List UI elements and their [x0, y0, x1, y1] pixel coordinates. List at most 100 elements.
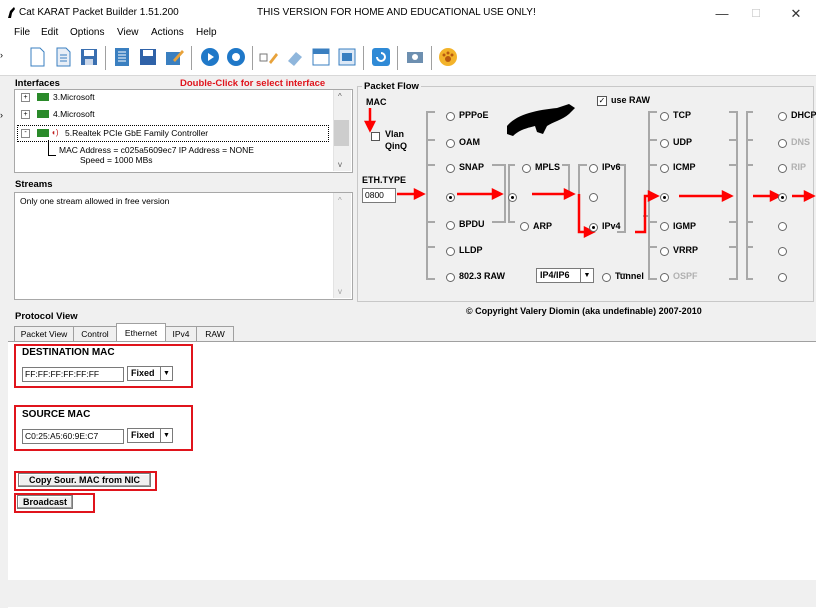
menu-file[interactable]: File	[14, 27, 30, 38]
network-card-icon	[37, 129, 49, 137]
chevron-down-icon[interactable]: ▼	[160, 429, 172, 442]
tcp-label: TCP	[673, 110, 691, 120]
mpls-label: MPLS	[535, 162, 561, 172]
radio-icmp[interactable]	[660, 164, 669, 173]
source-mac-input[interactable]: C0:25:A5:60:9E:C7	[22, 429, 124, 444]
copyright-text: © Copyright Valery Diomin (aka undefinab…	[466, 306, 702, 316]
refresh-icon[interactable]	[370, 46, 392, 68]
igmp-label: IGMP	[673, 221, 697, 231]
menu-actions[interactable]: Actions	[151, 27, 184, 38]
stop-icon[interactable]	[225, 46, 247, 68]
tab-packet-view[interactable]: Packet View	[14, 326, 74, 341]
destination-mac-input[interactable]: FF:FF:FF:FF:FF:FF	[22, 367, 124, 382]
menu-help[interactable]: Help	[196, 27, 217, 38]
radio-ip-other[interactable]	[589, 193, 598, 202]
eth-type-input[interactable]: 0800	[362, 188, 396, 203]
source-mac-label: SOURCE MAC	[22, 409, 91, 420]
ip-version-combo[interactable]: IP4/IP6 ▼	[536, 268, 594, 283]
interface-item[interactable]: 3.Microsoft	[53, 92, 95, 102]
open-file-icon[interactable]	[52, 46, 74, 68]
use-raw-checkbox[interactable]: ✓	[597, 96, 607, 106]
chevron-down-icon[interactable]: ▼	[160, 367, 172, 380]
radio-l7-a[interactable]	[778, 222, 787, 231]
checkbox-edit-icon[interactable]	[258, 46, 280, 68]
save-as-icon[interactable]	[137, 46, 159, 68]
streams-scrollbar[interactable]	[333, 193, 351, 298]
minimize-button[interactable]: —	[707, 4, 737, 24]
interfaces-hint: Double-Click for select interface	[180, 78, 326, 89]
menu-edit[interactable]: Edit	[41, 27, 58, 38]
radio-lldp[interactable]	[446, 247, 455, 256]
chevron-down-icon[interactable]: ▼	[580, 269, 593, 282]
streams-list[interactable]	[14, 192, 353, 300]
interface-item-selected[interactable]: 5.Realtek PCIe GbE Family Controller	[65, 128, 208, 138]
radio-vrrp[interactable]	[660, 247, 669, 256]
menu-view[interactable]: View	[117, 27, 139, 38]
radio-tunnel[interactable]	[602, 273, 611, 282]
vlan-checkbox[interactable]	[371, 132, 380, 141]
radio-bpdu[interactable]	[446, 221, 455, 230]
expand-icon[interactable]: +	[21, 110, 30, 119]
scroll-up-icon[interactable]: ^	[338, 196, 342, 205]
play-icon[interactable]	[199, 46, 221, 68]
radio-udp[interactable]	[660, 139, 669, 148]
document-icon[interactable]	[336, 46, 358, 68]
radio-mpls[interactable]	[522, 164, 531, 173]
toolbar-separator	[105, 46, 106, 70]
interface-item[interactable]: 4.Microsoft	[53, 109, 95, 119]
tab-ethernet[interactable]: Ethernet	[116, 323, 166, 342]
vlan-label: Vlan	[385, 129, 405, 139]
maximize-button[interactable]: ☐	[741, 4, 771, 24]
radio-l7-c[interactable]	[778, 273, 787, 282]
tab-ipv4[interactable]: IPv4	[165, 326, 197, 341]
source-mac-mode-select[interactable]: Fixed ▼	[127, 428, 173, 443]
radio-ethertype[interactable]	[508, 193, 517, 202]
tab-control[interactable]: Control	[73, 326, 117, 341]
destination-mac-mode-select[interactable]: Fixed ▼	[127, 366, 173, 381]
calendar-icon[interactable]	[310, 46, 332, 68]
radio-l7-none[interactable]	[778, 193, 787, 202]
radio-oam[interactable]	[446, 139, 455, 148]
radio-8023-raw[interactable]	[446, 273, 455, 282]
tab-raw[interactable]: RAW	[196, 326, 234, 341]
radio-arp[interactable]	[520, 222, 529, 231]
radio-l4-none[interactable]	[660, 193, 669, 202]
new-file-icon[interactable]	[26, 46, 48, 68]
eraser-icon[interactable]	[284, 46, 306, 68]
radio-ospf[interactable]	[660, 273, 669, 282]
expand-icon[interactable]: +	[21, 93, 30, 102]
broadcast-button[interactable]: Broadcast	[17, 495, 73, 509]
cat-app-icon	[8, 7, 15, 18]
cat-paw-icon[interactable]	[437, 46, 459, 68]
interfaces-scroll-thumb[interactable]	[334, 120, 349, 146]
ip-version-value: IP4/IP6	[540, 270, 570, 280]
radio-l7-b[interactable]	[778, 247, 787, 256]
rip-label: RIP	[791, 162, 807, 172]
radio-eth-ii[interactable]	[446, 193, 455, 202]
dhcp-label: DHCP	[791, 110, 816, 120]
toolbar-separator	[397, 46, 398, 70]
list-icon[interactable]	[111, 46, 133, 68]
close-button[interactable]: ✕	[781, 4, 811, 24]
protocol-view-label: Protocol View	[15, 311, 78, 322]
save-icon[interactable]	[78, 46, 100, 68]
menu-options[interactable]: Options	[70, 27, 104, 38]
scroll-up-icon[interactable]: ^	[338, 92, 342, 101]
radio-ipv4[interactable]	[589, 223, 598, 232]
edit-icon[interactable]	[163, 46, 185, 68]
radio-dns[interactable]	[778, 139, 787, 148]
collapse-icon[interactable]: -	[21, 129, 30, 138]
toolbar-separator	[431, 46, 432, 70]
copy-source-mac-button[interactable]: Copy Sour. MAC from NIC	[18, 473, 151, 487]
radio-igmp[interactable]	[660, 222, 669, 231]
radio-ipv6[interactable]	[589, 164, 598, 173]
radio-pppoe[interactable]	[446, 112, 455, 121]
streams-label: Streams	[15, 179, 53, 190]
camera-icon[interactable]	[404, 46, 426, 68]
radio-snap[interactable]	[446, 164, 455, 173]
radio-dhcp[interactable]	[778, 112, 787, 121]
radio-tcp[interactable]	[660, 112, 669, 121]
radio-rip[interactable]	[778, 164, 787, 173]
scroll-down-icon[interactable]: v	[338, 160, 342, 169]
scroll-down-icon[interactable]: v	[338, 287, 342, 296]
